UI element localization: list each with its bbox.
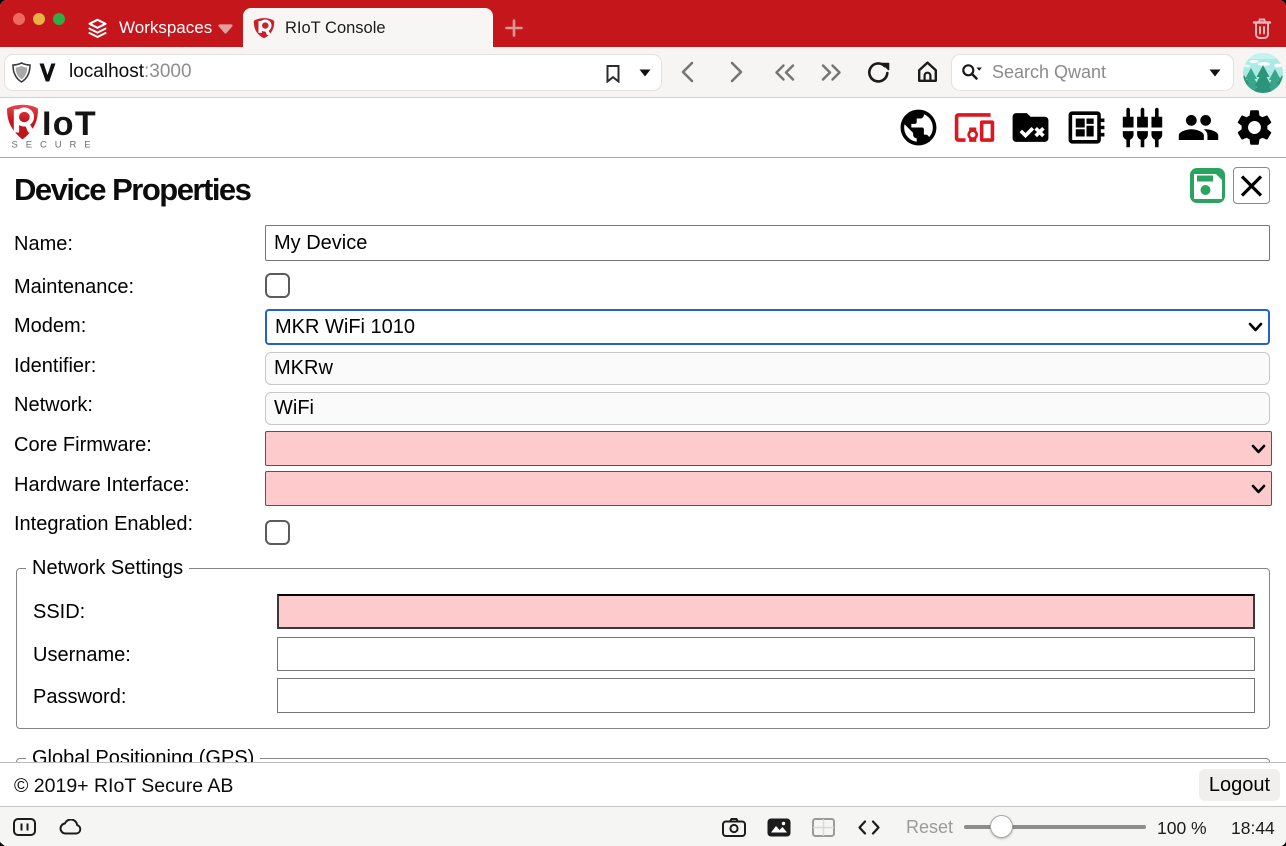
svg-text:IoT: IoT (42, 105, 97, 143)
svg-text:SECURE: SECURE (12, 140, 99, 151)
